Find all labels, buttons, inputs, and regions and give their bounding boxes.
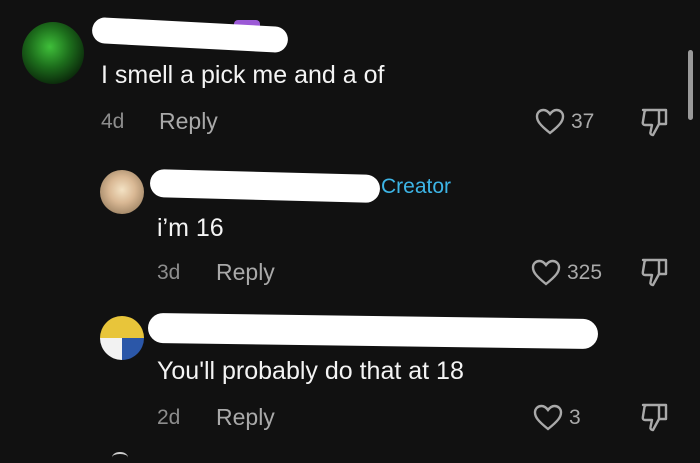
like-count: 37 <box>571 110 595 133</box>
comment-text: i’m 16 <box>157 214 224 242</box>
reply-button[interactable]: Reply <box>216 404 275 431</box>
creator-badge: Creator <box>381 175 452 198</box>
scrollbar[interactable] <box>688 50 693 120</box>
dislike-button[interactable] <box>640 106 670 143</box>
dislike-button[interactable] <box>640 256 670 293</box>
comment-item: I smell a pick me and a of 4d Reply 37 <box>0 0 700 150</box>
thumbs-down-icon <box>641 258 668 287</box>
redacted-username <box>147 312 599 350</box>
avatar[interactable] <box>100 170 144 214</box>
like-count: 325 <box>567 261 603 284</box>
next-avatar-edge <box>112 452 128 463</box>
comment-age: 2d <box>157 406 181 429</box>
comment-item: Creator i’m 16 3d Reply 325 <box>0 150 700 300</box>
reply-button[interactable]: Reply <box>216 259 275 286</box>
comment-text: You'll probably do that at 18 <box>157 357 464 385</box>
like-button[interactable]: 37 <box>535 108 594 136</box>
heart-icon <box>533 404 563 431</box>
redacted-username <box>149 168 381 204</box>
reply-button[interactable]: Reply <box>159 108 218 135</box>
comment-text: I smell a pick me and a of <box>101 61 385 89</box>
comment-item: You'll probably do that at 18 2d Reply 3 <box>0 300 700 461</box>
heart-icon <box>531 259 561 286</box>
like-button[interactable]: 325 <box>531 259 602 287</box>
thumbs-down-icon <box>641 108 668 137</box>
heart-icon <box>535 108 565 135</box>
comment-age: 4d <box>101 110 125 133</box>
dislike-button[interactable] <box>640 401 670 438</box>
avatar[interactable] <box>100 316 144 360</box>
avatar[interactable] <box>22 22 84 84</box>
like-count: 3 <box>569 406 581 429</box>
comment-age: 3d <box>157 261 181 284</box>
thumbs-down-icon <box>641 403 668 432</box>
like-button[interactable]: 3 <box>533 404 581 432</box>
